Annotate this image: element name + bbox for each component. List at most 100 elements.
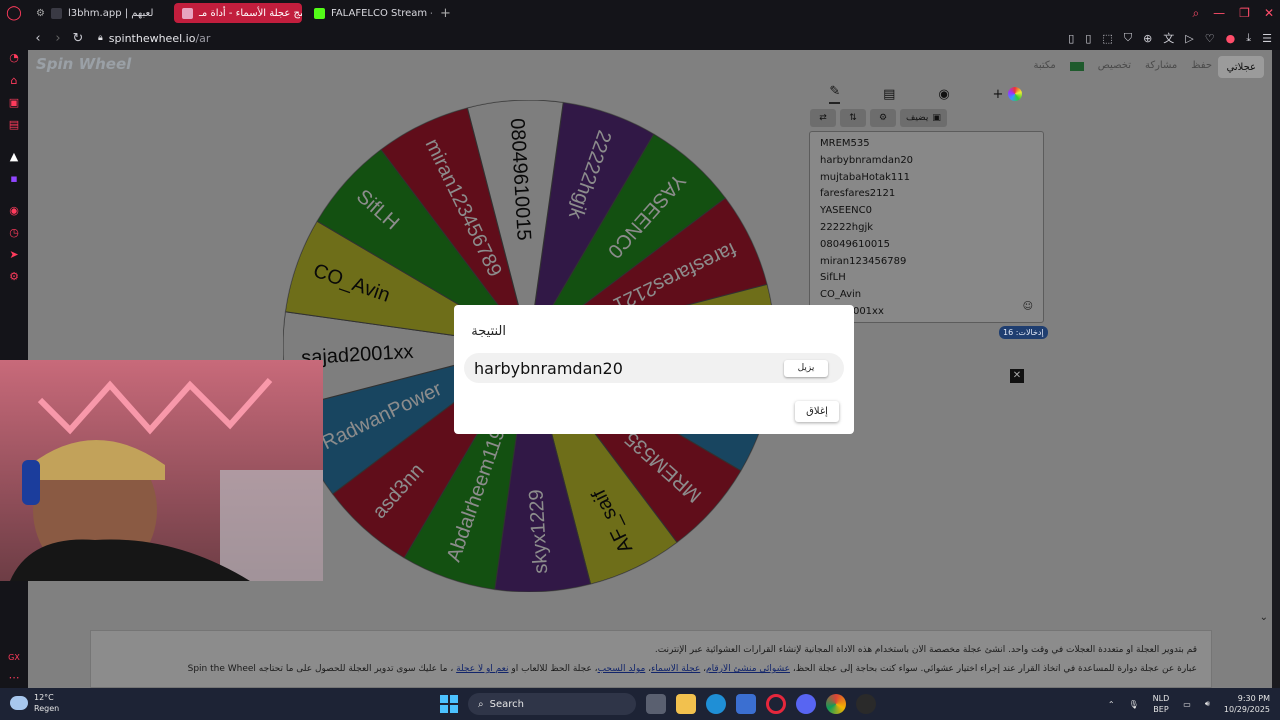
results-tab-icon[interactable]: ▤ [883, 87, 895, 102]
tab-l3bhm[interactable]: ⚙ l3bhm.app | لعبهم [28, 3, 168, 23]
taskbar-apps: ⌕ Search [440, 693, 876, 715]
dialog-title: النتيجة [471, 324, 506, 339]
emoji-icon[interactable]: ☺ [1023, 301, 1033, 312]
add-label: يضيف [906, 113, 929, 123]
discord-icon[interactable] [796, 694, 816, 714]
draw-generator-link[interactable]: مولد السحب [598, 664, 646, 674]
file-explorer-icon[interactable] [676, 694, 696, 714]
sidebar-news-icon[interactable]: ▤ [7, 118, 21, 132]
forward-icon[interactable]: › [48, 31, 68, 46]
site-header: Spin Wheel حفظ مشاركة تخصيص مكتبة عجلاتي [28, 50, 1272, 84]
entry-line: SifLH [820, 272, 846, 284]
sidebar-aria-icon[interactable]: ◔ [7, 51, 21, 65]
clock-time: 9:30 PM [1237, 694, 1270, 703]
download-icon[interactable]: ⤓ [1246, 31, 1251, 45]
new-tab-button[interactable]: + [432, 6, 459, 21]
tab-favicon [50, 7, 62, 19]
webcam-overlay [0, 360, 323, 581]
shield-icon[interactable]: ⛉ [1124, 31, 1132, 45]
search-icon[interactable]: ⌕ [1192, 6, 1199, 21]
profile-icon[interactable]: ● [1226, 32, 1236, 45]
tab-spinthewheel[interactable]: برنامج عجلة الأسماء - أداة مـ [174, 3, 302, 23]
tab-favicon [182, 7, 193, 19]
chrome-icon[interactable] [826, 694, 846, 714]
clock[interactable]: 9:30 PM 10/29/2025 [1224, 693, 1270, 715]
extension-icon[interactable]: ⊕ [1143, 32, 1152, 45]
split-view-icon[interactable]: ▯ [1085, 32, 1091, 45]
browser-tab-bar: ◯ ⚙ l3bhm.app | لعبهم برنامج عجلة الأسما… [0, 0, 1280, 26]
opera-sidebar: ◔ ⌂ ▣ ▤ ▲ ▪ ◉ ◷ ➤ ⚙ GX ⋯ [0, 26, 28, 688]
maximize-icon[interactable]: ❐ [1239, 6, 1250, 20]
task-view-icon[interactable] [646, 694, 666, 714]
names-wheel-link[interactable]: عجلة الأسماء [651, 664, 700, 674]
play-icon[interactable]: ▷ [1185, 32, 1193, 45]
weather-widget[interactable]: 12°C Regen [10, 692, 59, 714]
reload-icon[interactable]: ↻ [68, 31, 88, 46]
obs-icon[interactable] [856, 694, 876, 714]
heart-icon[interactable]: ♡ [1205, 32, 1215, 45]
share-link[interactable]: مشاركة [1145, 60, 1177, 71]
shuffle-button[interactable]: ⇄ [810, 109, 836, 127]
taskbar-search[interactable]: ⌕ Search [468, 693, 636, 715]
tab-label: برنامج عجلة الأسماء - أداة مـ [199, 7, 302, 19]
sidebar-send-icon[interactable]: ➤ [7, 248, 21, 262]
yes-no-link[interactable]: نعم أو لا عجلة [456, 664, 508, 674]
sort-button[interactable]: ⇅ [840, 109, 866, 127]
chevron-up-icon[interactable]: ⌃ [1108, 700, 1115, 709]
sidebar-shopping-icon[interactable]: ⌂ [7, 74, 21, 88]
sidebar-messenger-icon[interactable]: ▣ [7, 96, 21, 110]
site-logo[interactable]: Spin Wheel [36, 55, 131, 73]
language-indicator[interactable]: NLD BEP [1153, 693, 1170, 715]
volume-icon[interactable]: 🔊︎ [1205, 699, 1210, 709]
sidebar-twitch-icon[interactable]: ▪ [7, 172, 21, 186]
minimize-icon[interactable]: — [1213, 6, 1225, 20]
add-wheel-icon[interactable]: + [993, 87, 1022, 102]
url-field[interactable]: 🔒︎ spinthewheel.io/ar [98, 32, 210, 45]
entry-line: 08049610015 [820, 238, 890, 250]
remove-button[interactable]: يزيل [784, 360, 828, 377]
edit-tab-icon[interactable]: ✎ [829, 84, 841, 104]
tab-falafelco[interactable]: FALAFELCO Stream - Wat [306, 3, 432, 23]
chevron-down-icon[interactable]: ⌄ [1260, 612, 1268, 623]
entries-textarea[interactable]: MREM535 harbybnramdan20 mujtabaHotak111 far… [809, 131, 1044, 323]
save-link[interactable]: حفظ [1191, 60, 1212, 71]
close-panel-icon[interactable]: ✕ [1010, 369, 1024, 383]
hide-tab-icon[interactable]: ◉ [938, 87, 949, 102]
search-icon: ⌕ [478, 698, 484, 710]
toolbar-extensions: ▯ ▯ ⬚ ⛉ ⊕ 文 ▷ ♡ ● ⤓ ☰ [1068, 26, 1272, 50]
snapshot-icon[interactable]: ⬚ [1102, 32, 1112, 45]
sidebar-discord-icon[interactable]: ▲ [7, 150, 21, 164]
random-number-link[interactable]: عشوائي منشئ الأرقام [706, 664, 790, 674]
opera-logo-icon[interactable]: ◯ [0, 0, 28, 26]
sidebar-gx-icon[interactable]: GX [7, 651, 21, 665]
customize-link[interactable]: تخصيص [1098, 60, 1131, 71]
lock-icon: 🔒︎ [98, 33, 103, 43]
flag-icon[interactable] [1069, 62, 1084, 71]
library-link[interactable]: مكتبة [1034, 60, 1056, 71]
result-row: harbybnramdan20 يزيل [464, 353, 844, 383]
book-icon[interactable]: ▯ [1068, 32, 1074, 45]
mic-icon[interactable]: 🎙︎ [1129, 700, 1139, 709]
translate-icon[interactable]: 文 [1163, 30, 1174, 46]
weather-condition: Regen [34, 704, 60, 713]
close-icon[interactable]: ✕ [1264, 6, 1274, 20]
my-wheels-button[interactable]: عجلاتي [1218, 56, 1264, 78]
windows-start-icon[interactable] [440, 695, 458, 713]
sidebar-history-icon[interactable]: ◷ [7, 226, 21, 240]
opera-icon[interactable] [766, 694, 786, 714]
sidebar-settings-icon[interactable]: ⚙ [7, 270, 21, 284]
add-image-button[interactable]: يضيف ▣ [900, 109, 947, 127]
entry-line: mujtabaHotak111 [820, 171, 910, 183]
close-button[interactable]: إغلاق [795, 401, 839, 422]
network-icon[interactable]: ▭ [1183, 700, 1191, 709]
edge-icon[interactable] [706, 694, 726, 714]
back-icon[interactable]: ‹ [28, 31, 48, 46]
menu-icon[interactable]: ☰ [1262, 32, 1272, 45]
sidebar-more-icon[interactable]: ⋯ [7, 671, 21, 685]
sidebar-player-icon[interactable]: ◉ [7, 204, 21, 218]
store-icon[interactable] [736, 694, 756, 714]
window-controls: ⌕ — ❐ ✕ [1192, 0, 1274, 26]
header-links: حفظ مشاركة تخصيص مكتبة [1034, 60, 1212, 71]
tab-label: FALAFELCO Stream - Wat [331, 7, 432, 19]
settings-button[interactable]: ⚙ [870, 109, 896, 127]
